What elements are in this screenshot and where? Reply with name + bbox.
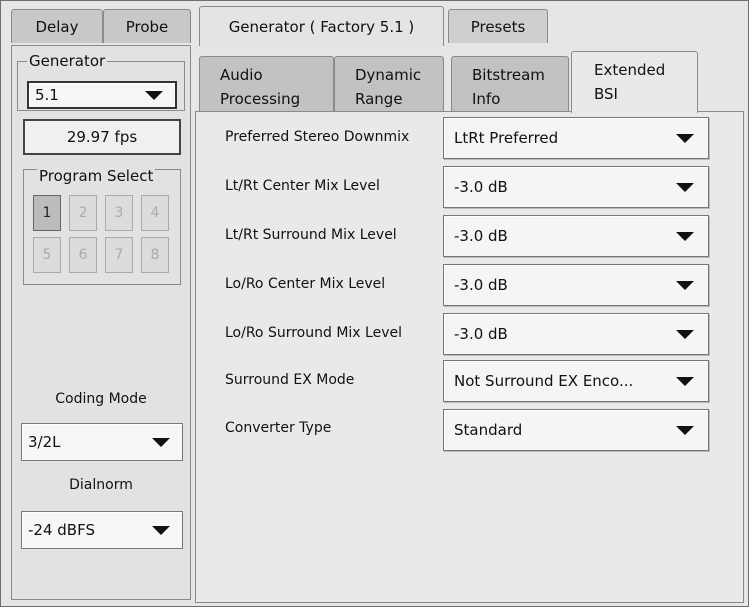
program-button-6[interactable]: 6 bbox=[69, 237, 97, 273]
tab-presets[interactable]: Presets bbox=[448, 9, 548, 43]
select-value: -3.0 dB bbox=[454, 276, 508, 294]
chevron-down-icon bbox=[152, 438, 170, 447]
select-value: -3.0 dB bbox=[454, 325, 508, 343]
converter-type-select[interactable]: Standard bbox=[443, 409, 709, 451]
tab-probe[interactable]: Probe bbox=[103, 9, 191, 43]
subtab-label-line1: Dynamic bbox=[355, 66, 422, 84]
coding-mode-value: 3/2L bbox=[28, 433, 61, 451]
subtab-label-line1: Extended bbox=[594, 61, 666, 79]
fps-display: 29.97 fps bbox=[23, 119, 181, 155]
program-button-8[interactable]: 8 bbox=[141, 237, 169, 273]
chevron-down-icon bbox=[676, 426, 694, 435]
loro-center-mix-select[interactable]: -3.0 dB bbox=[443, 264, 709, 306]
program-button-5[interactable]: 5 bbox=[33, 237, 61, 273]
subtab-label-line2: BSI bbox=[594, 85, 618, 103]
chevron-down-icon bbox=[676, 377, 694, 386]
ltrt-surround-mix-select[interactable]: -3.0 dB bbox=[443, 215, 709, 257]
select-value: Standard bbox=[454, 421, 523, 439]
ltrt-center-mix-label: Lt/Rt Center Mix Level bbox=[225, 178, 380, 194]
ltrt-center-mix-select[interactable]: -3.0 dB bbox=[443, 166, 709, 208]
dialnorm-select[interactable]: -24 dBFS bbox=[21, 511, 183, 549]
select-value: LtRt Preferred bbox=[454, 129, 559, 147]
preferred-stereo-downmix-select[interactable]: LtRt Preferred bbox=[443, 117, 709, 159]
select-value: -3.0 dB bbox=[454, 227, 508, 245]
dialnorm-value: -24 dBFS bbox=[28, 521, 95, 539]
ltrt-surround-mix-label: Lt/Rt Surround Mix Level bbox=[225, 227, 397, 243]
tab-generator[interactable]: Generator ( Factory 5.1 ) bbox=[199, 6, 444, 46]
chevron-down-icon bbox=[145, 91, 163, 100]
loro-center-mix-label: Lo/Ro Center Mix Level bbox=[225, 276, 386, 292]
subtab-label-line1: Bitstream bbox=[472, 66, 545, 84]
converter-type-label: Converter Type bbox=[225, 420, 332, 436]
select-value: -3.0 dB bbox=[454, 178, 508, 196]
tab-delay[interactable]: Delay bbox=[11, 9, 103, 43]
loro-surround-mix-label: Lo/Ro Surround Mix Level bbox=[225, 325, 402, 341]
surround-ex-mode-label: Surround EX Mode bbox=[225, 372, 355, 388]
select-value: Not Surround EX Enco... bbox=[454, 372, 634, 390]
coding-mode-select[interactable]: 3/2L bbox=[21, 423, 183, 461]
chevron-down-icon bbox=[676, 134, 694, 143]
subtab-label-line2: Processing bbox=[220, 90, 301, 108]
program-button-3[interactable]: 3 bbox=[105, 195, 133, 231]
generator-select-value: 5.1 bbox=[35, 86, 59, 104]
chevron-down-icon bbox=[676, 232, 694, 241]
subtab-label-line1: Audio bbox=[220, 66, 263, 84]
loro-surround-mix-select[interactable]: -3.0 dB bbox=[443, 313, 709, 355]
program-button-2[interactable]: 2 bbox=[69, 195, 97, 231]
subtab-dynamic-range[interactable]: Dynamic Range bbox=[334, 56, 444, 112]
subtab-label-line2: Info bbox=[472, 90, 501, 108]
surround-ex-mode-select[interactable]: Not Surround EX Enco... bbox=[443, 360, 709, 402]
coding-mode-label: Coding Mode bbox=[55, 391, 147, 407]
chevron-down-icon bbox=[152, 526, 170, 535]
subtab-bitstream-info[interactable]: Bitstream Info bbox=[451, 56, 569, 112]
generator-group-label: Generator bbox=[27, 52, 108, 70]
subtab-label-line2: Range bbox=[355, 90, 403, 108]
window-frame: Delay Probe Generator ( Factory 5.1 ) Pr… bbox=[0, 0, 749, 607]
chevron-down-icon bbox=[676, 330, 694, 339]
program-select-label: Program Select bbox=[37, 167, 156, 185]
chevron-down-icon bbox=[676, 183, 694, 192]
program-button-7[interactable]: 7 bbox=[105, 237, 133, 273]
dialnorm-label: Dialnorm bbox=[69, 477, 133, 493]
program-button-4[interactable]: 4 bbox=[141, 195, 169, 231]
preferred-stereo-downmix-label: Preferred Stereo Downmix bbox=[225, 129, 410, 145]
subtab-audio-processing[interactable]: Audio Processing bbox=[199, 56, 334, 112]
program-button-1[interactable]: 1 bbox=[33, 195, 61, 231]
generator-select[interactable]: 5.1 bbox=[27, 81, 177, 109]
chevron-down-icon bbox=[676, 281, 694, 290]
subtab-extended-bsi[interactable]: Extended BSI bbox=[571, 51, 698, 113]
